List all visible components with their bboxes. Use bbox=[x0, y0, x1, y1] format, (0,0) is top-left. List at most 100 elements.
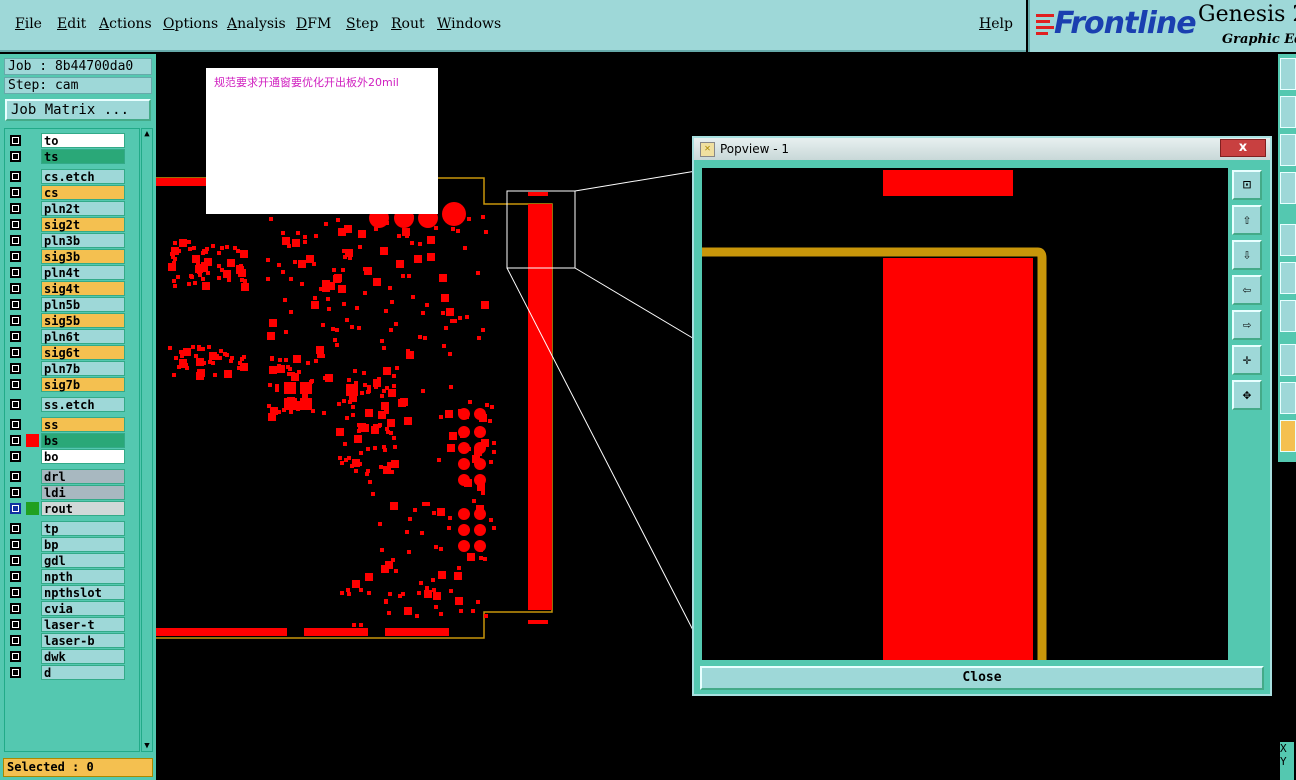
layer-checkbox[interactable] bbox=[10, 299, 21, 310]
scroll-up-icon[interactable]: ▲ bbox=[142, 129, 152, 139]
layer-checkbox[interactable] bbox=[10, 235, 21, 246]
layer-checkbox[interactable] bbox=[10, 379, 21, 390]
layer-row-tp[interactable]: tp bbox=[7, 521, 139, 536]
menu-options[interactable]: Options bbox=[163, 16, 218, 32]
layer-row-ss[interactable]: ss bbox=[7, 417, 139, 432]
layer-checkbox[interactable] bbox=[10, 267, 21, 278]
layer-name[interactable]: dwk bbox=[41, 649, 125, 664]
layer-row-sig7b[interactable]: sig7b bbox=[7, 377, 139, 392]
layer-name[interactable]: sig3b bbox=[41, 249, 125, 264]
layer-row-bp[interactable]: bp bbox=[7, 537, 139, 552]
layer-row-npthslot[interactable]: npthslot bbox=[7, 585, 139, 600]
layer-checkbox[interactable] bbox=[10, 187, 21, 198]
menu-edit[interactable]: Edit bbox=[57, 16, 86, 32]
layer-name[interactable]: tp bbox=[41, 521, 125, 536]
layer-checkbox[interactable] bbox=[10, 435, 21, 446]
tool-icon[interactable] bbox=[1280, 224, 1296, 256]
layer-row-sig3b[interactable]: sig3b bbox=[7, 249, 139, 264]
layer-name[interactable]: drl bbox=[41, 469, 125, 484]
layer-row-cvia[interactable]: cvia bbox=[7, 601, 139, 616]
layer-row-pln2t[interactable]: pln2t bbox=[7, 201, 139, 216]
layer-name[interactable]: cvia bbox=[41, 601, 125, 616]
layer-checkbox[interactable] bbox=[10, 347, 21, 358]
layer-row-sig6t[interactable]: sig6t bbox=[7, 345, 139, 360]
layer-name[interactable]: bo bbox=[41, 449, 125, 464]
layer-name[interactable]: ss bbox=[41, 417, 125, 432]
tool-icon[interactable] bbox=[1280, 382, 1296, 414]
layer-row-laser-t[interactable]: laser-t bbox=[7, 617, 139, 632]
layer-name[interactable]: sig5b bbox=[41, 313, 125, 328]
layer-checkbox[interactable] bbox=[10, 603, 21, 614]
layer-checkbox[interactable] bbox=[10, 283, 21, 294]
layer-name[interactable]: to bbox=[41, 133, 125, 148]
pan-right-icon[interactable]: ⇨ bbox=[1232, 310, 1262, 340]
layer-checkbox[interactable] bbox=[10, 619, 21, 630]
layer-row-pln6t[interactable]: pln6t bbox=[7, 329, 139, 344]
layer-row-cs.etch[interactable]: cs.etch bbox=[7, 169, 139, 184]
layer-name[interactable]: laser-t bbox=[41, 617, 125, 632]
layer-name[interactable]: gdl bbox=[41, 553, 125, 568]
layer-row-cs[interactable]: cs bbox=[7, 185, 139, 200]
pan-up-icon[interactable]: ⇧ bbox=[1232, 205, 1262, 235]
tool-icon[interactable] bbox=[1280, 96, 1296, 128]
layer-row-pln7b[interactable]: pln7b bbox=[7, 361, 139, 376]
layer-row-sig4t[interactable]: sig4t bbox=[7, 281, 139, 296]
menu-analysis[interactable]: Analysis bbox=[227, 16, 286, 32]
layer-checkbox[interactable] bbox=[10, 419, 21, 430]
layer-checkbox[interactable] bbox=[10, 363, 21, 374]
layer-checkbox[interactable] bbox=[10, 219, 21, 230]
popview-canvas[interactable] bbox=[702, 168, 1228, 660]
layer-checkbox[interactable] bbox=[10, 471, 21, 482]
layer-row-pln5b[interactable]: pln5b bbox=[7, 297, 139, 312]
menu-rout[interactable]: Rout bbox=[391, 16, 425, 32]
layer-name[interactable]: pln2t bbox=[41, 201, 125, 216]
layer-name[interactable]: sig4t bbox=[41, 281, 125, 296]
layer-name[interactable]: bp bbox=[41, 537, 125, 552]
layer-checkbox[interactable] bbox=[10, 451, 21, 462]
layer-checkbox[interactable] bbox=[10, 331, 21, 342]
layer-list-scrollbar[interactable]: ▲ ▼ bbox=[141, 128, 153, 752]
layer-checkbox[interactable] bbox=[10, 251, 21, 262]
layer-row-pln3b[interactable]: pln3b bbox=[7, 233, 139, 248]
layer-name[interactable]: laser-b bbox=[41, 633, 125, 648]
layer-checkbox[interactable] bbox=[10, 203, 21, 214]
layer-checkbox[interactable] bbox=[10, 635, 21, 646]
layer-checkbox[interactable] bbox=[10, 135, 21, 146]
layer-name[interactable]: npth bbox=[41, 569, 125, 584]
layer-row-bo[interactable]: bo bbox=[7, 449, 139, 464]
layer-row-rout[interactable]: rout bbox=[7, 501, 139, 516]
layer-checkbox[interactable] bbox=[10, 399, 21, 410]
layer-checkbox[interactable] bbox=[10, 571, 21, 582]
pan-down-icon[interactable]: ⇩ bbox=[1232, 240, 1262, 270]
menu-file[interactable]: File bbox=[15, 16, 42, 32]
layer-row-pln4t[interactable]: pln4t bbox=[7, 265, 139, 280]
menu-dfm[interactable]: DFM bbox=[296, 16, 331, 32]
layer-row-ss.etch[interactable]: ss.etch bbox=[7, 397, 139, 412]
tool-icon[interactable] bbox=[1280, 58, 1296, 90]
layer-checkbox[interactable] bbox=[10, 539, 21, 550]
layer-name[interactable]: sig2t bbox=[41, 217, 125, 232]
tool-icon[interactable] bbox=[1280, 300, 1296, 332]
layer-name[interactable]: pln3b bbox=[41, 233, 125, 248]
layer-row-sig5b[interactable]: sig5b bbox=[7, 313, 139, 328]
layer-name[interactable]: cs.etch bbox=[41, 169, 125, 184]
tool-icon[interactable] bbox=[1280, 344, 1296, 376]
layer-name[interactable]: ldi bbox=[41, 485, 125, 500]
menu-step[interactable]: Step bbox=[346, 16, 378, 32]
popview-titlebar[interactable]: ✕ Popview - 1 x bbox=[694, 138, 1270, 160]
layer-checkbox[interactable] bbox=[10, 587, 21, 598]
layer-checkbox[interactable] bbox=[10, 503, 21, 514]
layer-row-bs[interactable]: bs bbox=[7, 433, 139, 448]
zoom-home-icon[interactable]: ⊡ bbox=[1232, 170, 1262, 200]
zoom-in-icon[interactable]: ✛ bbox=[1232, 345, 1262, 375]
layer-name[interactable]: pln7b bbox=[41, 361, 125, 376]
layer-row-sig2t[interactable]: sig2t bbox=[7, 217, 139, 232]
tool-icon[interactable] bbox=[1280, 262, 1296, 294]
layer-checkbox[interactable] bbox=[10, 651, 21, 662]
layer-name[interactable]: pln4t bbox=[41, 265, 125, 280]
pan-left-icon[interactable]: ⇦ bbox=[1232, 275, 1262, 305]
layer-name[interactable]: rout bbox=[41, 501, 125, 516]
layer-name[interactable]: d bbox=[41, 665, 125, 680]
layer-name[interactable]: pln5b bbox=[41, 297, 125, 312]
tool-icon[interactable] bbox=[1280, 420, 1296, 452]
